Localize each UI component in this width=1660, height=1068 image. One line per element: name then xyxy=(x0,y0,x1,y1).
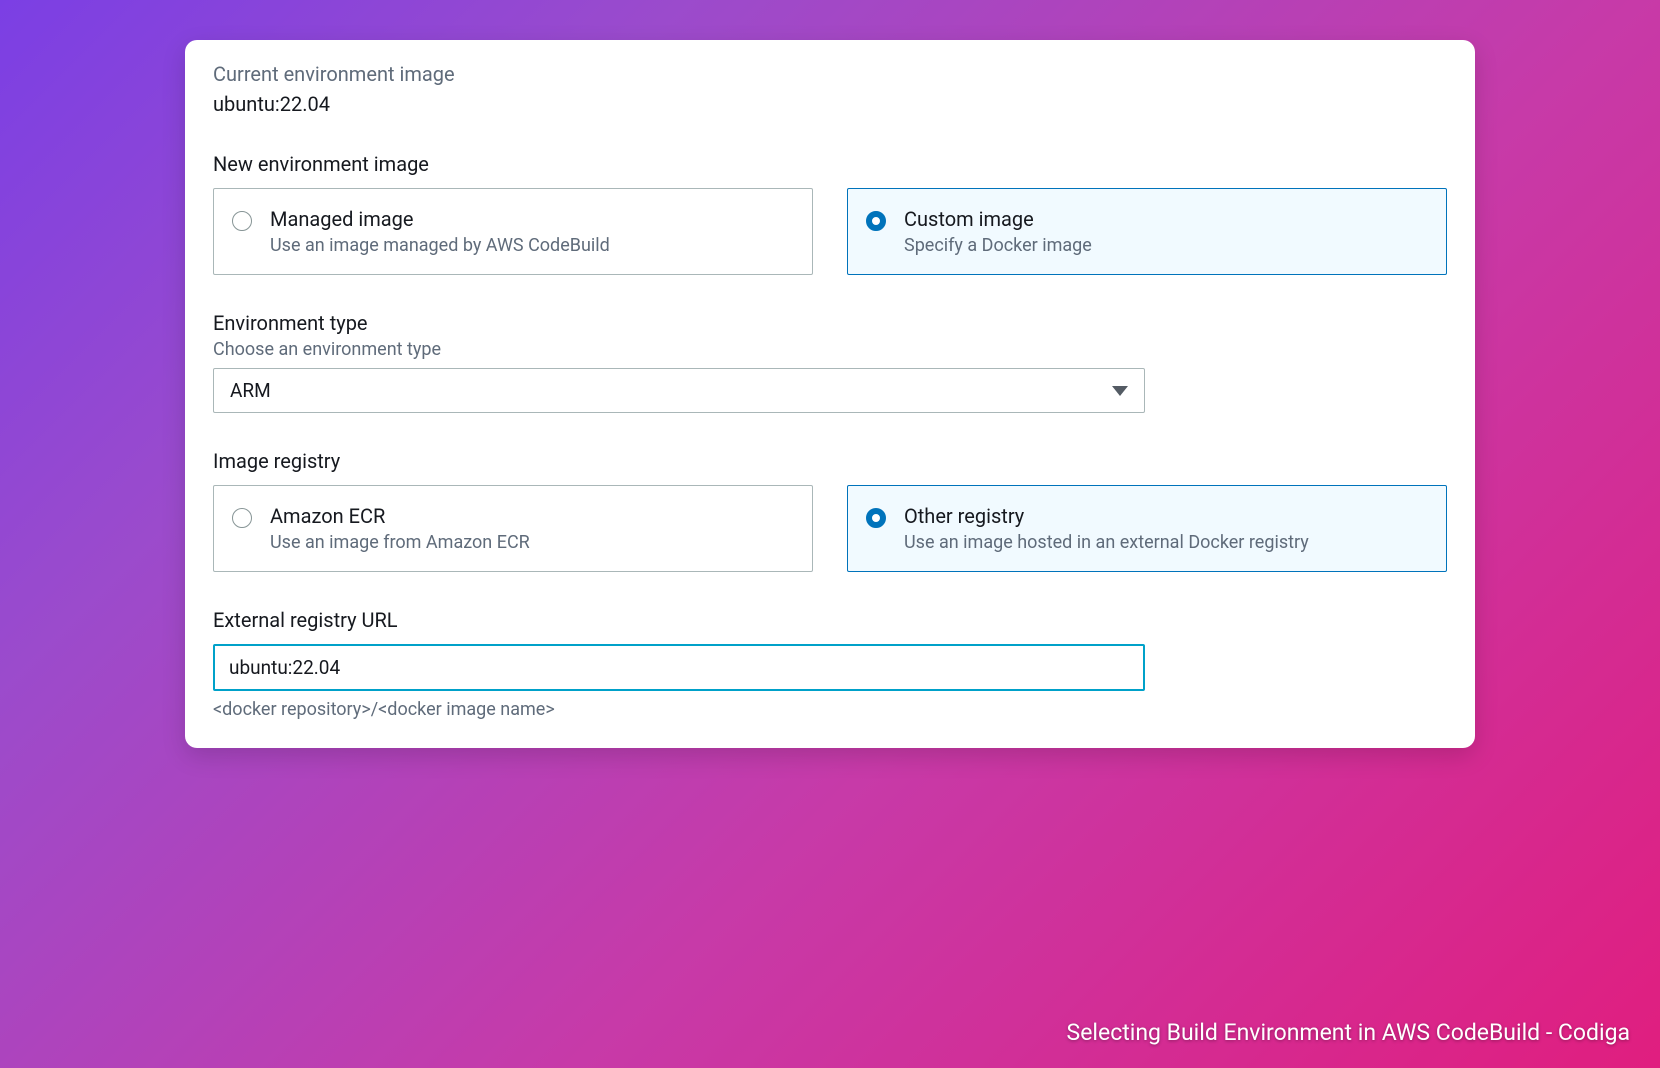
env-type-select-wrap: ARM xyxy=(213,368,1145,413)
config-panel: Current environment image ubuntu:22.04 N… xyxy=(185,40,1475,748)
external-url-input[interactable] xyxy=(213,644,1145,691)
env-type-label: Environment type xyxy=(213,311,1447,335)
radio-ecr-title: Amazon ECR xyxy=(270,504,794,528)
env-type-selected-value: ARM xyxy=(230,379,271,402)
registry-radio-group: Amazon ECR Use an image from Amazon ECR … xyxy=(213,485,1447,572)
radio-managed-title: Managed image xyxy=(270,207,794,231)
radio-custom-image[interactable]: Custom image Specify a Docker image xyxy=(847,188,1447,275)
radio-icon xyxy=(866,211,886,231)
radio-managed-image[interactable]: Managed image Use an image managed by AW… xyxy=(213,188,813,275)
radio-icon xyxy=(232,508,252,528)
external-url-label: External registry URL xyxy=(213,608,1447,632)
radio-other-registry[interactable]: Other registry Use an image hosted in an… xyxy=(847,485,1447,572)
image-caption: Selecting Build Environment in AWS CodeB… xyxy=(1067,1019,1630,1046)
radio-icon xyxy=(232,211,252,231)
chevron-down-icon xyxy=(1112,386,1128,396)
new-image-label: New environment image xyxy=(213,152,1447,176)
radio-custom-title: Custom image xyxy=(904,207,1428,231)
radio-other-desc: Use an image hosted in an external Docke… xyxy=(904,532,1428,553)
registry-label: Image registry xyxy=(213,449,1447,473)
env-type-help: Choose an environment type xyxy=(213,339,1447,360)
radio-ecr-desc: Use an image from Amazon ECR xyxy=(270,532,794,553)
new-image-radio-group: Managed image Use an image managed by AW… xyxy=(213,188,1447,275)
external-url-help: <docker repository>/<docker image name> xyxy=(213,699,1447,720)
radio-amazon-ecr[interactable]: Amazon ECR Use an image from Amazon ECR xyxy=(213,485,813,572)
current-image-value: ubuntu:22.04 xyxy=(213,92,1447,116)
current-image-label: Current environment image xyxy=(213,62,1447,86)
radio-other-title: Other registry xyxy=(904,504,1428,528)
env-type-select[interactable]: ARM xyxy=(213,368,1145,413)
radio-icon xyxy=(866,508,886,528)
radio-managed-desc: Use an image managed by AWS CodeBuild xyxy=(270,235,794,256)
radio-custom-desc: Specify a Docker image xyxy=(904,235,1428,256)
